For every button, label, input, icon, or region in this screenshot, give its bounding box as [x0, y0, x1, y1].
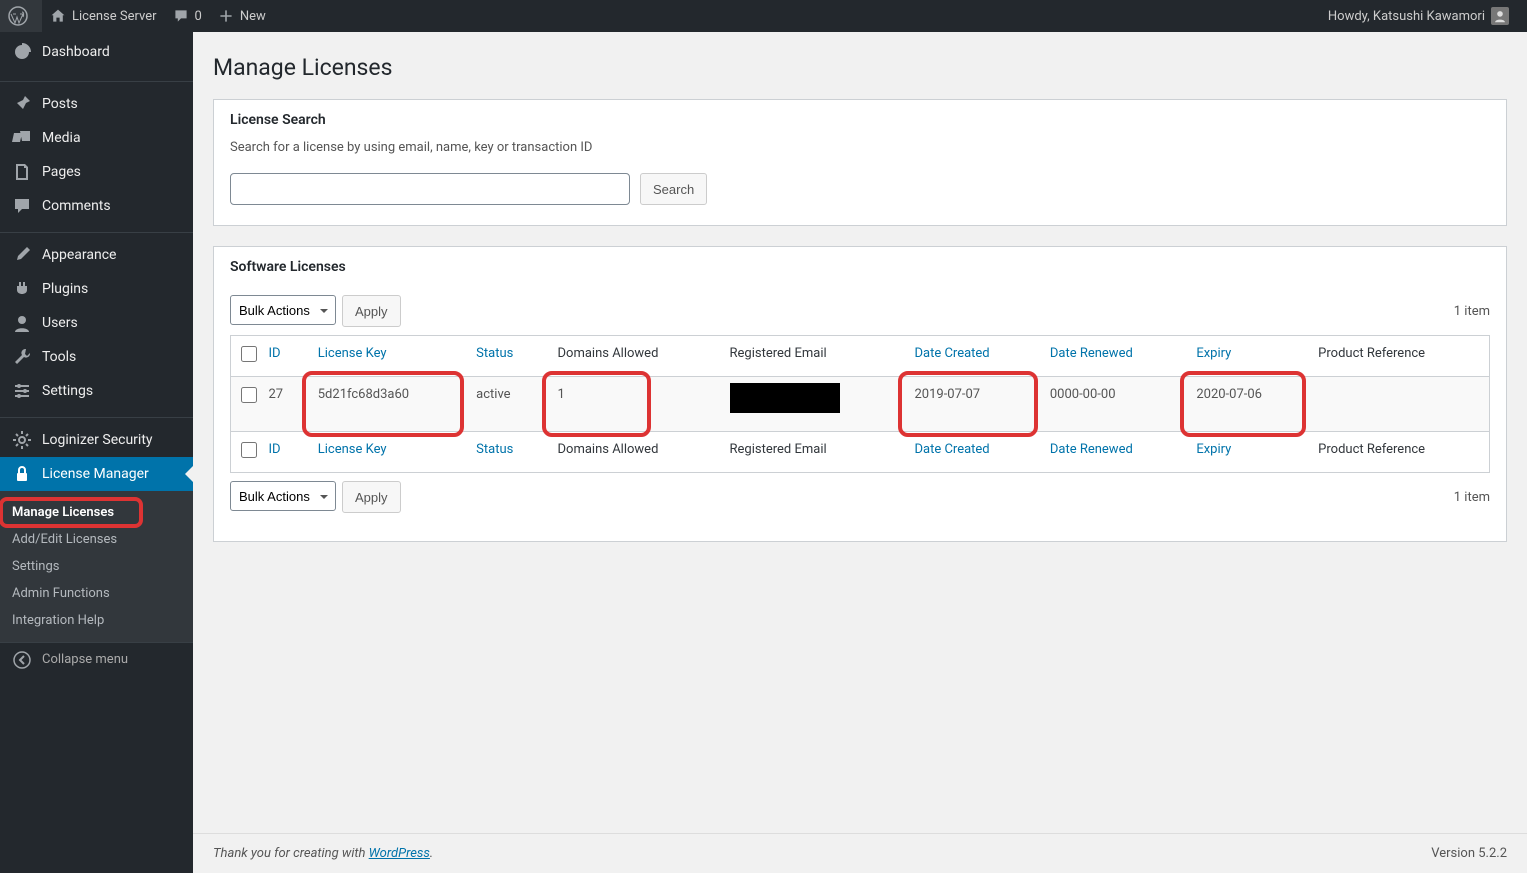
- account-link[interactable]: Howdy, Katsushi Kawamori: [1320, 0, 1517, 32]
- submenu-add-edit-licenses[interactable]: Add/Edit Licenses: [0, 526, 193, 553]
- menu-loginizer[interactable]: Loginizer Security: [0, 423, 193, 457]
- col-id[interactable]: ID: [259, 336, 308, 377]
- main-content: Manage Licenses License Search Search fo…: [193, 32, 1527, 622]
- cell-renewed: 0000-00-00: [1040, 377, 1186, 432]
- cell-email: [720, 377, 905, 432]
- submenu-manage-licenses[interactable]: Manage Licenses: [0, 499, 193, 526]
- wrench-icon: [12, 347, 32, 367]
- plug-icon: [12, 279, 32, 299]
- search-panel: License Search Search for a license by u…: [213, 99, 1507, 226]
- licenses-panel: Software Licenses Bulk Actions Apply 1 i…: [213, 246, 1507, 542]
- collapse-icon: [12, 650, 32, 670]
- tablenav-bottom: Bulk Actions Apply 1 item: [230, 473, 1490, 521]
- col-renewed[interactable]: Date Renewed: [1040, 336, 1186, 377]
- wordpress-icon: [8, 6, 28, 26]
- search-heading: License Search: [230, 112, 1490, 128]
- collapse-menu[interactable]: Collapse menu: [0, 642, 193, 676]
- col-status[interactable]: Status: [466, 336, 547, 377]
- item-count-bottom: 1 item: [1454, 490, 1490, 505]
- cell-product: [1308, 377, 1489, 432]
- col-product: Product Reference: [1308, 336, 1489, 377]
- footer-thanks-post: .: [430, 846, 433, 861]
- comments-count: 0: [195, 9, 202, 24]
- footer-version: Version 5.2.2: [1431, 846, 1507, 861]
- search-description: Search for a license by using email, nam…: [230, 140, 1490, 155]
- table-row: 27 5d21fc68d3a60 active 1 2019-07-07 000…: [231, 377, 1490, 432]
- cell-id: 27: [259, 377, 308, 432]
- menu-plugins[interactable]: Plugins: [0, 272, 193, 306]
- row-checkbox[interactable]: [241, 387, 257, 403]
- select-all-bottom[interactable]: [241, 442, 257, 458]
- howdy-text: Howdy, Katsushi Kawamori: [1328, 9, 1485, 24]
- new-label: New: [240, 9, 266, 24]
- site-name: License Server: [72, 9, 157, 24]
- menu-users[interactable]: Users: [0, 306, 193, 340]
- page-title: Manage Licenses: [213, 54, 1507, 81]
- wp-logo[interactable]: [0, 0, 42, 32]
- menu-media[interactable]: Media: [0, 121, 193, 155]
- avatar: [1491, 7, 1509, 25]
- menu-appearance[interactable]: Appearance: [0, 238, 193, 272]
- pin-icon: [12, 94, 32, 114]
- search-button[interactable]: Search: [640, 173, 707, 205]
- cell-expiry: 2020-07-06: [1186, 377, 1308, 432]
- col-email: Registered Email: [720, 336, 905, 377]
- apply-button-bottom[interactable]: Apply: [342, 481, 401, 513]
- comments-link[interactable]: 0: [165, 0, 210, 32]
- licenses-table: ID License Key Status Domains Allowed Re…: [230, 335, 1490, 473]
- item-count-top: 1 item: [1454, 304, 1490, 319]
- col-key[interactable]: License Key: [308, 336, 466, 377]
- plus-icon: [218, 8, 234, 24]
- menu-pages[interactable]: Pages: [0, 155, 193, 189]
- sliders-icon: [12, 381, 32, 401]
- pages-icon: [12, 162, 32, 182]
- bulk-actions-select-top[interactable]: Bulk Actions: [230, 295, 336, 325]
- cell-domains: 1: [548, 377, 720, 432]
- cell-status: active: [466, 377, 547, 432]
- new-link[interactable]: New: [210, 0, 274, 32]
- apply-button-top[interactable]: Apply: [342, 295, 401, 327]
- brush-icon: [12, 245, 32, 265]
- user-icon: [1493, 9, 1507, 23]
- comments-icon: [12, 196, 32, 216]
- comment-icon: [173, 8, 189, 24]
- admin-sidebar: Dashboard Posts Media Pages Comments App…: [0, 32, 193, 873]
- submenu-integration-help[interactable]: Integration Help: [0, 607, 193, 634]
- dashboard-icon: [12, 42, 32, 62]
- menu-settings[interactable]: Settings: [0, 374, 193, 408]
- tablenav-top: Bulk Actions Apply 1 item: [230, 287, 1490, 335]
- search-input[interactable]: [230, 173, 630, 205]
- media-icon: [12, 128, 32, 148]
- menu-tools[interactable]: Tools: [0, 340, 193, 374]
- admin-footer: Thank you for creating with WordPress. V…: [193, 833, 1527, 873]
- footer-thanks-pre: Thank you for creating with: [213, 846, 369, 861]
- cell-key: 5d21fc68d3a60: [308, 377, 466, 432]
- submenu-settings[interactable]: Settings: [0, 553, 193, 580]
- submenu-license-manager: Manage Licenses Add/Edit Licenses Settin…: [0, 491, 193, 642]
- licenses-heading: Software Licenses: [230, 259, 1490, 275]
- admin-bar: License Server 0 New Howdy, Katsushi Kaw…: [0, 0, 1527, 32]
- gear-icon: [12, 430, 32, 450]
- cell-created: 2019-07-07: [904, 377, 1039, 432]
- redacted-email: [730, 383, 840, 413]
- menu-comments[interactable]: Comments: [0, 189, 193, 223]
- menu-dashboard[interactable]: Dashboard: [0, 32, 193, 72]
- site-name-link[interactable]: License Server: [42, 0, 165, 32]
- menu-posts[interactable]: Posts: [0, 87, 193, 121]
- col-expiry[interactable]: Expiry: [1186, 336, 1308, 377]
- home-icon: [50, 8, 66, 24]
- users-icon: [12, 313, 32, 333]
- col-domains: Domains Allowed: [548, 336, 720, 377]
- select-all-top[interactable]: [241, 346, 257, 362]
- bulk-actions-select-bottom[interactable]: Bulk Actions: [230, 481, 336, 511]
- wordpress-link[interactable]: WordPress: [369, 846, 430, 861]
- submenu-admin-functions[interactable]: Admin Functions: [0, 580, 193, 607]
- col-created[interactable]: Date Created: [904, 336, 1039, 377]
- lock-icon: [12, 464, 32, 484]
- menu-license-manager[interactable]: License Manager: [0, 457, 193, 491]
